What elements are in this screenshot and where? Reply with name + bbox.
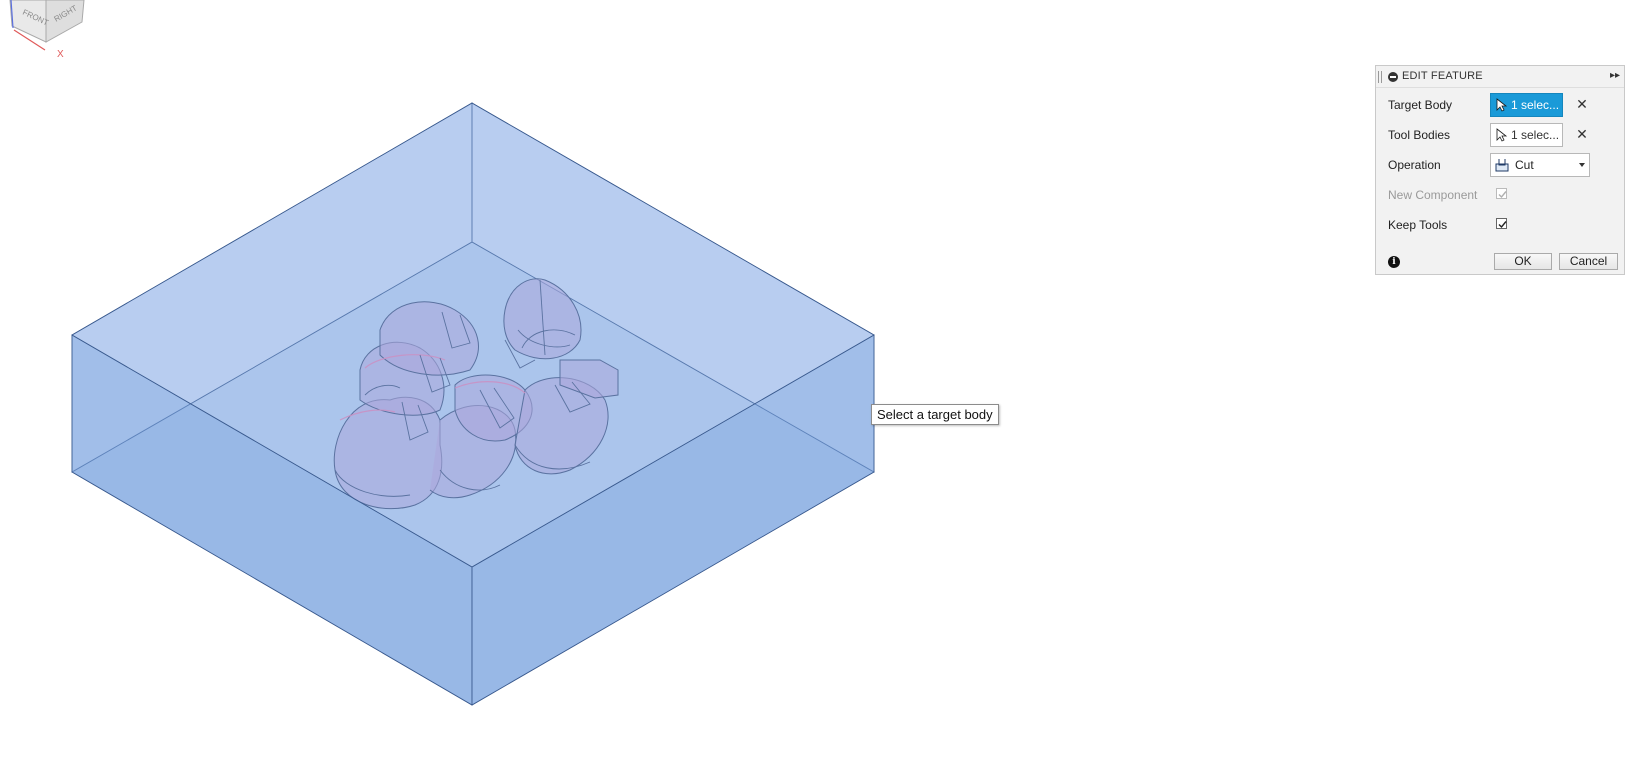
- tool-bodies-clear-icon[interactable]: ✕: [1574, 126, 1590, 142]
- row-new-component: New Component: [1376, 183, 1624, 207]
- checkmark-icon: [1498, 191, 1507, 199]
- row-operation: Operation Cut: [1376, 153, 1624, 177]
- target-body-label: Target Body: [1388, 98, 1453, 112]
- target-body-select-button[interactable]: 1 selec...: [1490, 93, 1563, 117]
- cursor-icon: [1496, 98, 1508, 112]
- keep-tools-label: Keep Tools: [1388, 218, 1448, 232]
- info-icon[interactable]: i: [1388, 256, 1400, 268]
- row-keep-tools: Keep Tools: [1376, 213, 1624, 237]
- chevron-down-icon: [1579, 163, 1585, 167]
- new-component-label: New Component: [1388, 188, 1478, 202]
- collapse-icon[interactable]: [1388, 72, 1398, 82]
- expand-icon[interactable]: ▸▸: [1610, 70, 1620, 82]
- tool-bodies-value: 1 selec...: [1511, 128, 1560, 142]
- edit-feature-panel[interactable]: EDIT FEATURE ▸▸ Target Body 1 selec... ✕…: [1375, 65, 1625, 275]
- target-body-value: 1 selec...: [1511, 98, 1560, 112]
- ok-button[interactable]: OK: [1494, 253, 1552, 270]
- view-cube[interactable]: FRONT RIGHT X: [0, 0, 109, 62]
- keep-tools-checkbox[interactable]: [1496, 218, 1507, 229]
- cut-operation-icon: [1495, 159, 1509, 172]
- target-body-clear-icon[interactable]: ✕: [1574, 96, 1590, 112]
- new-component-checkbox: [1496, 188, 1507, 199]
- panel-title: EDIT FEATURE: [1402, 70, 1483, 82]
- x-axis-label: X: [57, 49, 64, 60]
- operation-value: Cut: [1515, 158, 1534, 172]
- cursor-icon: [1496, 128, 1508, 142]
- tool-bodies-select-button[interactable]: 1 selec...: [1490, 123, 1563, 147]
- selection-tooltip: Select a target body: [871, 404, 999, 425]
- operation-dropdown[interactable]: Cut: [1490, 153, 1590, 177]
- row-target-body: Target Body 1 selec... ✕: [1376, 93, 1624, 117]
- target-body-front[interactable]: [71, 102, 875, 706]
- cancel-button[interactable]: Cancel: [1559, 253, 1618, 270]
- drag-handle-icon[interactable]: [1378, 71, 1382, 83]
- tool-bodies-label: Tool Bodies: [1388, 128, 1451, 142]
- panel-header[interactable]: EDIT FEATURE ▸▸: [1376, 66, 1624, 88]
- checkmark-icon: [1498, 221, 1507, 229]
- row-tool-bodies: Tool Bodies 1 selec... ✕: [1376, 123, 1624, 147]
- operation-label: Operation: [1388, 158, 1441, 172]
- panel-footer: i OK Cancel: [1376, 251, 1624, 275]
- view-cube-right-face[interactable]: [45, 0, 85, 43]
